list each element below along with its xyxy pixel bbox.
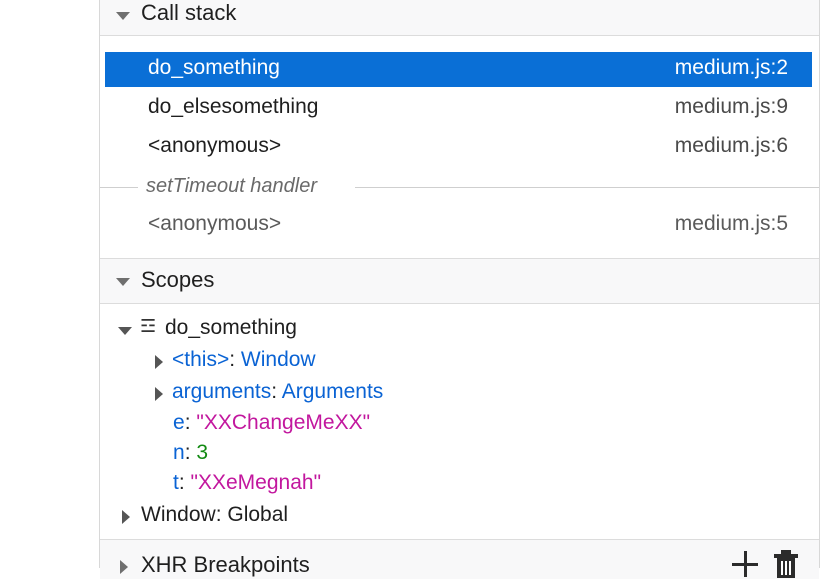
- scope-entry: <this>: Window: [172, 348, 316, 372]
- frame-name: do_elsesomething: [148, 95, 319, 118]
- separator-line: [355, 187, 819, 188]
- frame-location[interactable]: medium.js:6: [675, 134, 788, 158]
- scopes-title: Scopes: [141, 267, 215, 292]
- scope-entry: arguments: Arguments: [172, 380, 383, 404]
- call-stack-title: Call stack: [141, 0, 237, 25]
- function-scope-icon: ☲: [140, 316, 157, 336]
- scopes-header[interactable]: Scopes: [100, 258, 819, 304]
- xhr-breakpoints-header[interactable]: XHR Breakpoints: [100, 539, 819, 579]
- collapsed-triangle-icon[interactable]: [155, 387, 163, 401]
- plus-icon[interactable]: [731, 549, 759, 577]
- colon: :: [184, 411, 191, 434]
- collapsed-triangle-icon[interactable]: [120, 560, 128, 574]
- scope-var-row: t: "XXeMegnah": [173, 471, 321, 501]
- colon: :: [271, 380, 278, 403]
- colon: :: [178, 471, 185, 494]
- arguments-value: Arguments: [281, 380, 384, 403]
- frame-location[interactable]: medium.js:5: [675, 212, 788, 236]
- call-stack-frame[interactable]: do_elsesomething medium.js:9: [105, 91, 812, 126]
- trash-icon[interactable]: [771, 548, 801, 578]
- arguments-key: arguments: [172, 380, 272, 403]
- call-stack-frame[interactable]: <anonymous> medium.js:6: [105, 130, 812, 165]
- collapsed-triangle-icon[interactable]: [122, 510, 130, 524]
- expand-triangle-icon[interactable]: [116, 12, 130, 20]
- frame-name: <anonymous>: [148, 134, 282, 157]
- scope-var-row: n: 3: [173, 441, 208, 471]
- frame-location[interactable]: medium.js:9: [675, 95, 788, 119]
- xhr-breakpoints-title: XHR Breakpoints: [141, 552, 310, 577]
- var-key: n: [173, 441, 185, 464]
- var-value: "XXeMegnah": [190, 471, 322, 494]
- frame-name: do_something: [148, 56, 280, 79]
- expand-triangle-icon[interactable]: [116, 278, 130, 286]
- async-boundary-separator: setTimeout handler: [100, 172, 819, 202]
- colon: :: [184, 441, 191, 464]
- colon: :: [229, 348, 236, 371]
- debugger-sidebar: Call stack do_something medium.js:2 do_e…: [99, 0, 820, 579]
- this-value: Window: [240, 348, 316, 371]
- var-value: "XXChangeMeXX": [196, 411, 371, 434]
- expand-triangle-icon[interactable]: [118, 327, 132, 335]
- scope-var-row: e: "XXChangeMeXX": [173, 411, 370, 441]
- scope-name: do_something: [165, 316, 297, 339]
- var-key: e: [173, 411, 185, 434]
- window-scope-label: Window: Global: [141, 503, 289, 526]
- frame-location[interactable]: medium.js:2: [675, 56, 788, 80]
- call-stack-frame-selected[interactable]: do_something medium.js:2: [105, 52, 812, 87]
- call-stack-async-frame[interactable]: <anonymous> medium.js:5: [105, 208, 812, 243]
- var-value: 3: [196, 441, 209, 464]
- frame-name: <anonymous>: [148, 212, 282, 235]
- call-stack-header[interactable]: Call stack: [100, 0, 819, 36]
- async-label: setTimeout handler: [146, 175, 318, 197]
- separator-line: [100, 187, 138, 188]
- collapsed-triangle-icon[interactable]: [155, 355, 163, 369]
- this-key: <this>: [172, 348, 230, 371]
